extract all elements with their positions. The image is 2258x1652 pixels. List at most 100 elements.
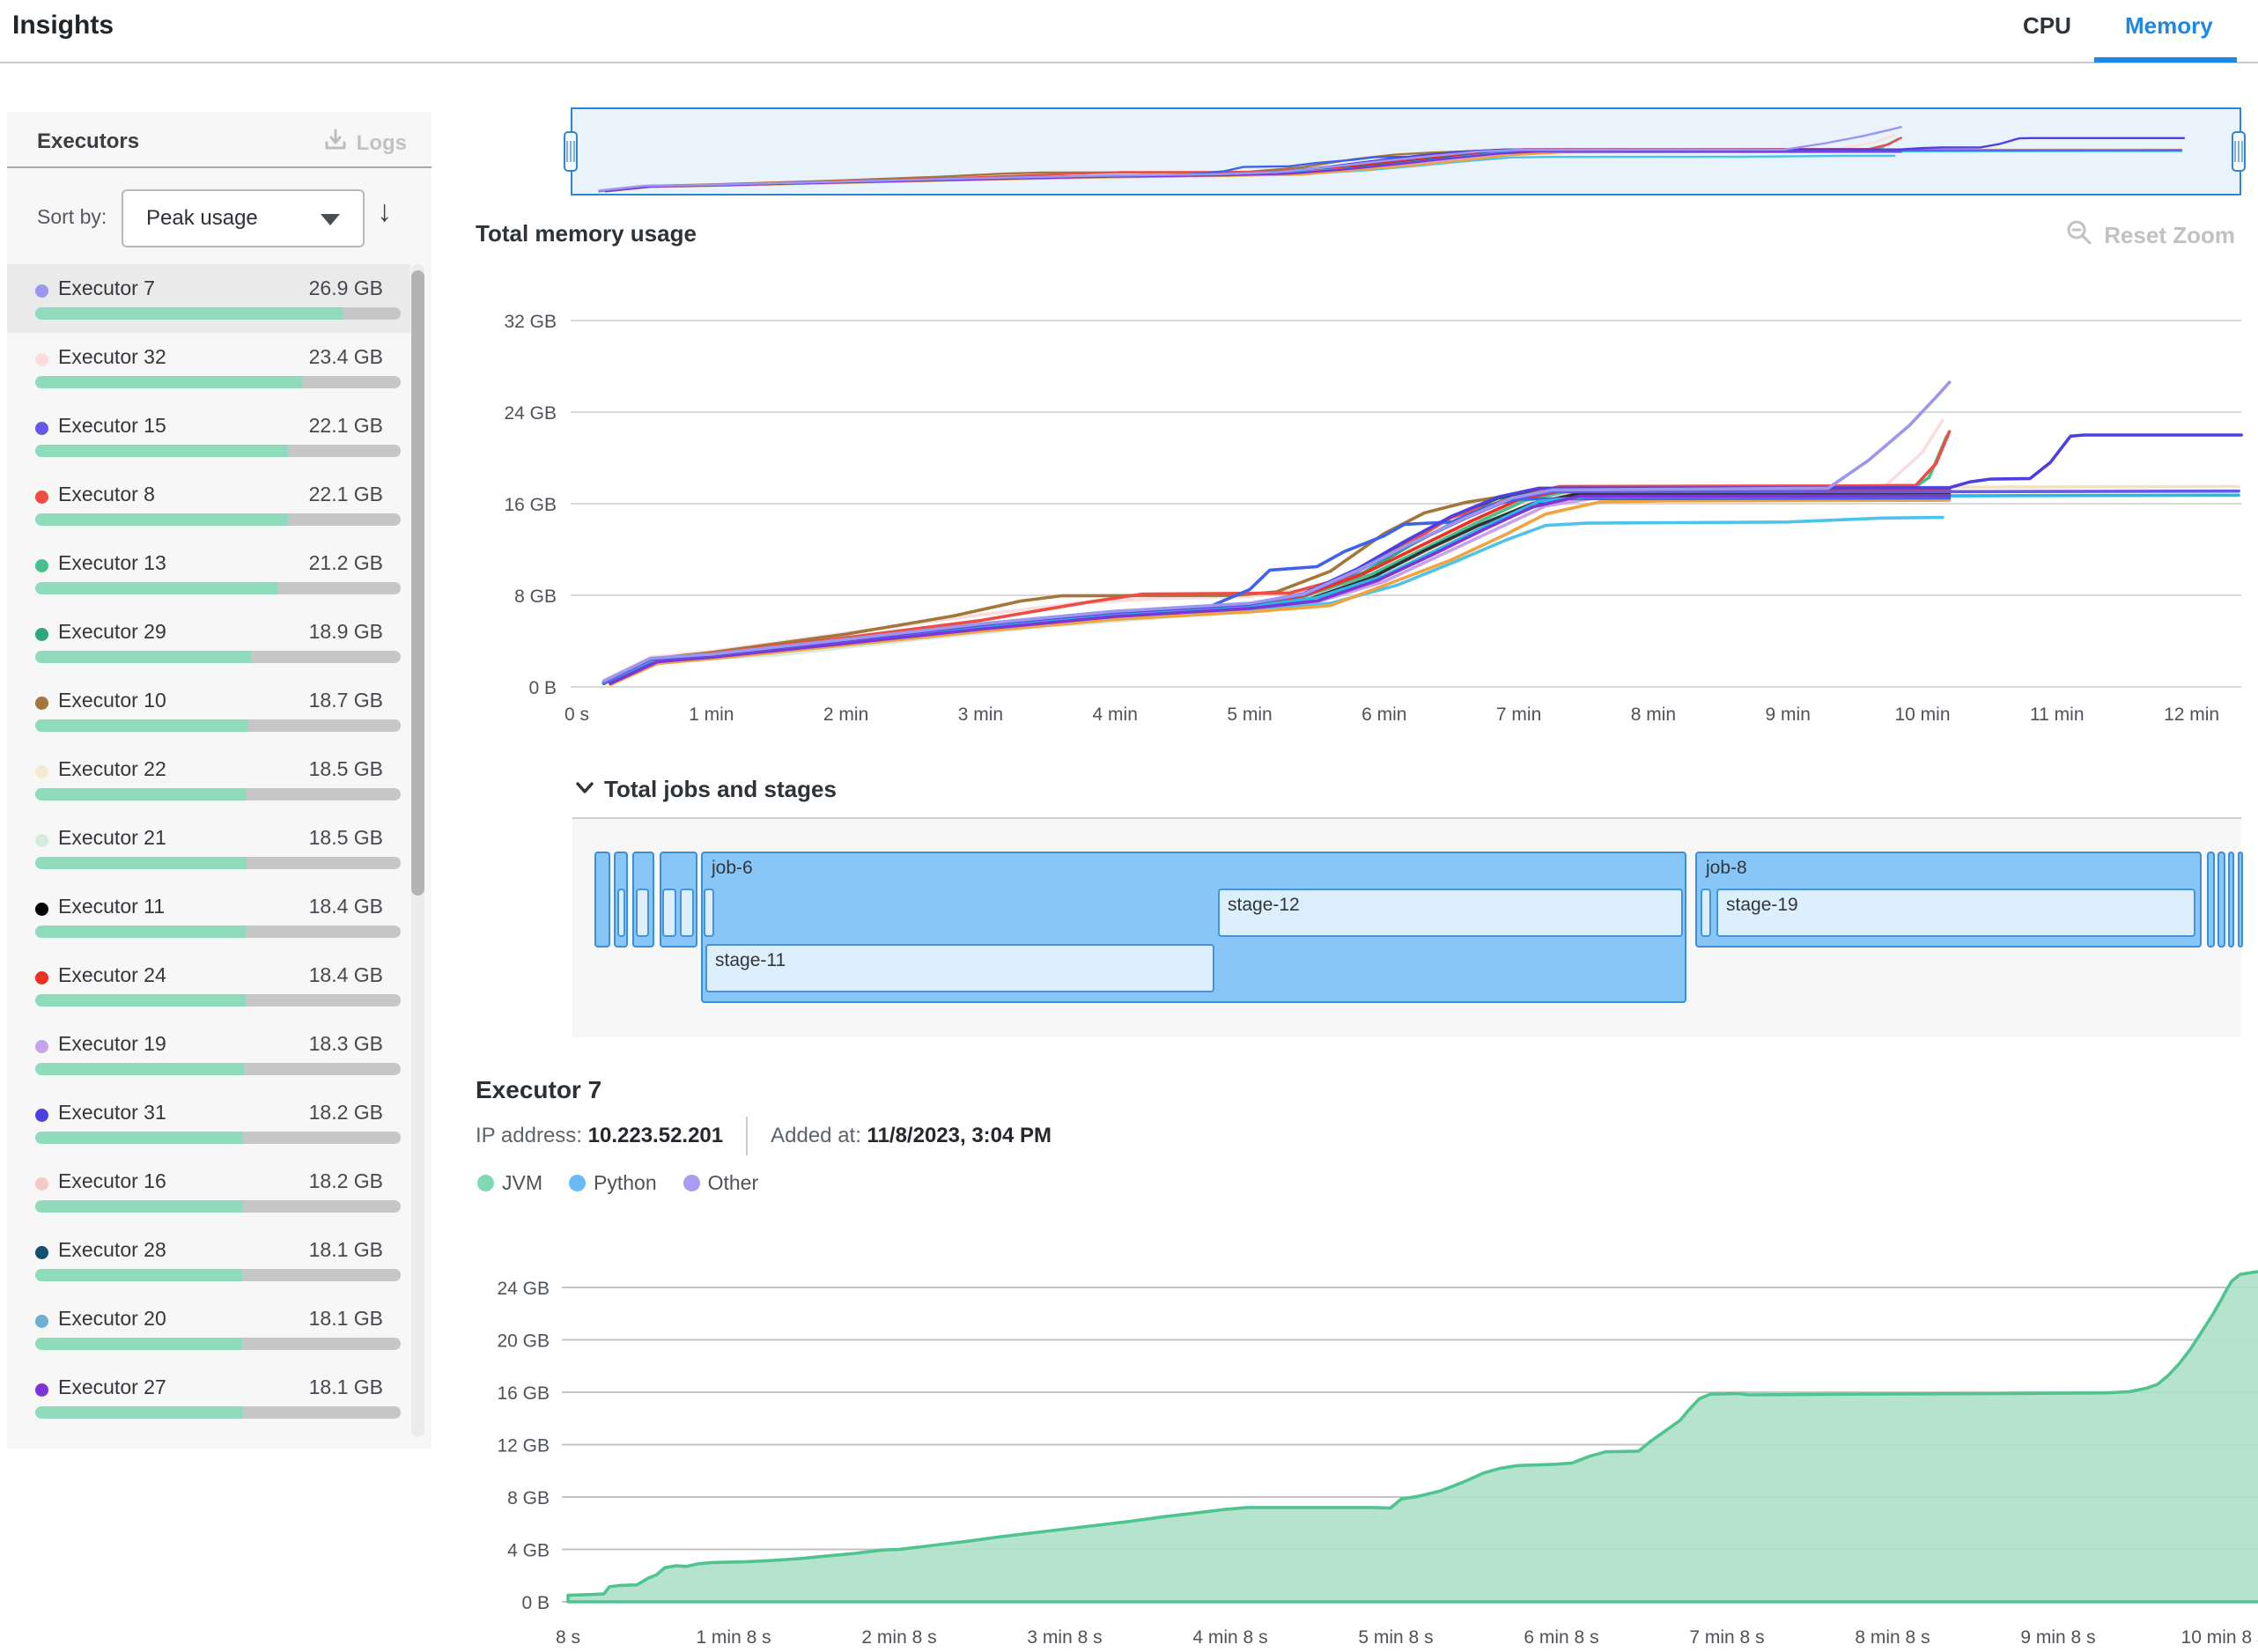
logs-button-label: Logs xyxy=(357,131,407,156)
page-title: Insights xyxy=(12,11,114,41)
executor-peak-value: 21.2 GB xyxy=(309,551,383,575)
brush-handle-left[interactable] xyxy=(564,131,578,172)
svg-text:16 GB: 16 GB xyxy=(497,1383,550,1404)
logs-button[interactable]: Logs xyxy=(323,128,407,159)
list-item-executor-22[interactable]: Executor 22 18.5 GB xyxy=(7,745,410,814)
executor-name: Executor 29 xyxy=(58,620,166,644)
job-block[interactable] xyxy=(2207,852,2215,948)
executor-usage-bar xyxy=(35,857,401,869)
sort-direction-button[interactable]: ↓ xyxy=(377,195,392,229)
svg-text:1 min: 1 min xyxy=(689,704,734,725)
list-item-executor-28[interactable]: Executor 2818.1 GB xyxy=(7,1226,410,1294)
jobs-stages-gantt: job-6stage-12stage-11job-8stage-19 xyxy=(572,817,2241,1037)
stage-block[interactable] xyxy=(636,889,649,937)
executor-peak-value: 18.4 GB xyxy=(309,963,383,987)
stage-block-stage-19[interactable]: stage-19 xyxy=(1716,889,2195,937)
legend-label: JVM xyxy=(502,1171,542,1195)
executor-peak-value: 18.9 GB xyxy=(309,620,383,644)
job-block[interactable] xyxy=(2217,852,2225,948)
svg-text:4 GB: 4 GB xyxy=(507,1541,550,1561)
svg-text:2 min: 2 min xyxy=(823,704,868,725)
executors-panel: Executors Logs Sort by: Peak usage ↓ Exe… xyxy=(7,112,432,1449)
list-item-executor-21[interactable]: Executor 2118.5 GB xyxy=(7,814,410,882)
executor-detail-meta: IP address: 10.223.52.201 Added at: 11/8… xyxy=(476,1117,1052,1155)
executor-peak-value: 18.1 GB xyxy=(309,1307,383,1331)
executor-usage-bar xyxy=(35,926,401,938)
list-item-executor-16[interactable]: Executor 1618.2 GB xyxy=(7,1157,410,1226)
list-item-executor-20[interactable]: Executor 20 18.1 GB xyxy=(7,1294,410,1363)
list-item-executor-8[interactable]: Executor 822.1 GB xyxy=(7,470,410,539)
job-label: job-6 xyxy=(712,858,753,879)
svg-text:12 GB: 12 GB xyxy=(497,1436,550,1457)
svg-text:8 min 8 s: 8 min 8 s xyxy=(1855,1627,1930,1648)
executor-color-dot xyxy=(35,1109,48,1122)
executor-name: Executor 16 xyxy=(58,1169,166,1193)
list-item-executor-29[interactable]: Executor 29 18.9 GB xyxy=(7,608,410,676)
stage-block-stage-12[interactable]: stage-12 xyxy=(1218,889,1683,937)
svg-text:16 GB: 16 GB xyxy=(504,495,557,515)
executor-usage-fill xyxy=(35,788,247,800)
svg-text:8 GB: 8 GB xyxy=(514,586,557,607)
executor-usage-bar xyxy=(35,1200,401,1213)
job-block[interactable] xyxy=(594,852,610,948)
executor-usage-fill xyxy=(35,926,246,938)
list-item-executor-24[interactable]: Executor 24 18.4 GB xyxy=(7,951,410,1020)
brush-handle-right[interactable] xyxy=(2232,131,2246,172)
stage-block[interactable] xyxy=(1701,889,1711,937)
executor-peak-value: 22.1 GB xyxy=(309,414,383,438)
zoom-brush-area[interactable] xyxy=(571,107,2241,195)
reset-zoom-button[interactable]: Reset Zoom xyxy=(2065,218,2235,253)
zoom-out-icon xyxy=(2065,218,2093,253)
stage-block[interactable] xyxy=(680,889,694,937)
stage-block[interactable] xyxy=(617,889,625,937)
svg-text:3 min: 3 min xyxy=(958,704,1003,725)
tab-cpu[interactable]: CPU xyxy=(2023,12,2071,40)
list-item-executor-11[interactable]: Executor 1118.4 GB xyxy=(7,882,410,951)
svg-text:6 min 8 s: 6 min 8 s xyxy=(1524,1627,1598,1648)
svg-text:24 GB: 24 GB xyxy=(497,1279,550,1299)
executor-name: Executor 20 xyxy=(58,1307,166,1331)
scrollbar-thumb[interactable] xyxy=(411,270,424,896)
list-item-executor-13[interactable]: Executor 13 21.2 GB xyxy=(7,539,410,608)
executor-usage-fill xyxy=(35,857,247,869)
executor-usage-bar xyxy=(35,513,401,526)
detail-chart-legend: JVMPythonOther xyxy=(477,1171,758,1195)
list-item-executor-27[interactable]: Executor 2718.1 GB xyxy=(7,1363,410,1432)
executor-name: Executor 13 xyxy=(58,551,166,575)
stage-block[interactable] xyxy=(704,889,714,937)
svg-text:20 GB: 20 GB xyxy=(497,1331,550,1352)
page-header: Insights CPU Memory xyxy=(0,0,2258,63)
job-block[interactable] xyxy=(2238,852,2243,948)
svg-text:0 s: 0 s xyxy=(564,704,589,725)
list-item-executor-31[interactable]: Executor 3118.2 GB xyxy=(7,1088,410,1157)
executor-name: Executor 24 xyxy=(58,963,166,987)
tab-memory[interactable]: Memory xyxy=(2125,12,2213,40)
svg-text:10 min: 10 min xyxy=(1894,704,1950,725)
svg-text:0 B: 0 B xyxy=(528,678,557,698)
executor-usage-fill xyxy=(35,1269,242,1281)
sidebar-divider xyxy=(7,166,432,168)
active-tab-underline xyxy=(2094,57,2237,63)
executor-usage-bar xyxy=(35,445,401,457)
executor-color-dot xyxy=(35,765,48,778)
executor-usage-bar xyxy=(35,994,401,1007)
executor-usage-fill xyxy=(35,307,343,320)
executor-peak-value: 23.4 GB xyxy=(309,345,383,369)
svg-text:3 min 8 s: 3 min 8 s xyxy=(1027,1627,1102,1648)
jobs-section-header[interactable]: Total jobs and stages xyxy=(572,775,837,804)
list-item-executor-32[interactable]: Executor 3223.4 GB xyxy=(7,333,410,402)
job-block[interactable] xyxy=(2228,852,2234,948)
list-item-executor-10[interactable]: Executor 1018.7 GB xyxy=(7,676,410,745)
sort-select[interactable]: Peak usage xyxy=(122,189,365,247)
list-item-executor-7[interactable]: Executor 726.9 GB xyxy=(7,264,410,333)
list-item-executor-15[interactable]: Executor 1522.1 GB xyxy=(7,402,410,470)
executor-peak-value: 18.5 GB xyxy=(309,757,383,781)
list-item-executor-19[interactable]: Executor 1918.3 GB xyxy=(7,1020,410,1088)
svg-text:5 min: 5 min xyxy=(1227,704,1272,725)
sort-select-value: Peak usage xyxy=(146,206,258,231)
executor-name: Executor 22 xyxy=(58,757,166,781)
svg-text:5 min 8 s: 5 min 8 s xyxy=(1358,1627,1433,1648)
stage-block[interactable] xyxy=(662,889,676,937)
stage-block-stage-11[interactable]: stage-11 xyxy=(705,944,1214,992)
legend-label: Python xyxy=(594,1171,657,1195)
